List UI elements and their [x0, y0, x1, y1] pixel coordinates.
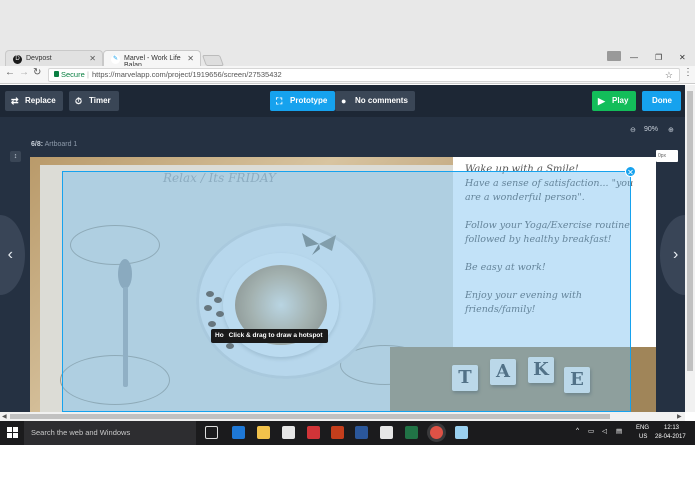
hotspot-tooltip: Ho Click & drag to draw a hotspot: [211, 329, 328, 343]
comment-icon: ●: [341, 96, 347, 106]
close-tab-icon[interactable]: ✕: [89, 54, 96, 63]
close-tab-icon[interactable]: ✕: [187, 54, 194, 63]
tab-label: Devpost: [26, 55, 52, 62]
timer-icon: ⏱: [75, 96, 83, 106]
word-icon[interactable]: [355, 426, 368, 439]
bookmark-star-icon[interactable]: ☆: [665, 69, 673, 81]
artboard-label: 6/8: Artboard 1: [31, 141, 77, 148]
file-explorer-icon[interactable]: [257, 426, 270, 439]
tooltip-text: Click & drag to draw a hotspot: [228, 332, 323, 339]
artboard-name: Artboard 1: [44, 141, 78, 148]
minimize-icon[interactable]: —: [630, 53, 638, 62]
prototype-label: Prototype: [290, 96, 328, 105]
replace-button[interactable]: ⇄ Replace: [5, 91, 63, 111]
zoom-out-icon[interactable]: ⊖: [630, 126, 636, 134]
play-label: Play: [612, 96, 629, 105]
secure-label: Secure: [61, 70, 85, 79]
swap-icon: ⇄: [11, 96, 19, 106]
hotspot-selection[interactable]: [62, 171, 631, 412]
artboard-counter: 6/8:: [31, 141, 44, 148]
excel-icon[interactable]: [405, 426, 418, 439]
horizontal-scrollbar[interactable]: [0, 412, 685, 421]
back-icon[interactable]: ←: [5, 67, 15, 78]
task-view-icon[interactable]: [205, 426, 218, 439]
prototype-button[interactable]: ⛶ Prototype: [270, 91, 335, 111]
tab-marvel[interactable]: ✎ Marvel - Work Life Balan ✕: [103, 50, 201, 69]
marvel-icon: ✎: [111, 55, 120, 64]
mail-icon[interactable]: [307, 426, 320, 439]
close-window-icon[interactable]: ✕: [679, 53, 686, 62]
comments-label: No comments: [355, 96, 408, 105]
profile-icon[interactable]: [607, 51, 621, 61]
done-label: Done: [652, 96, 672, 105]
scrollbar-thumb[interactable]: [10, 414, 610, 419]
scroll-left-icon[interactable]: ◀: [2, 413, 7, 420]
volume-icon[interactable]: ◁: [602, 427, 607, 435]
comments-button[interactable]: ● No comments: [335, 91, 415, 111]
clock-date[interactable]: 28-04-2017: [655, 434, 686, 440]
new-tab-button[interactable]: [201, 55, 225, 66]
play-icon: ▶: [598, 96, 605, 106]
replace-label: Replace: [25, 96, 56, 105]
timer-label: Timer: [89, 96, 111, 105]
taskbar-search[interactable]: Search the web and Windows: [24, 421, 196, 445]
chevron-left-icon: ‹: [7, 246, 13, 263]
chrome-icon[interactable]: [430, 426, 443, 439]
powerpoint-icon[interactable]: [331, 426, 344, 439]
paint-icon[interactable]: [380, 426, 393, 439]
edge-icon[interactable]: [232, 426, 245, 439]
restore-icon[interactable]: ❐: [655, 53, 662, 62]
clock-time[interactable]: 12:13: [664, 425, 679, 431]
zoom-level: 90%: [644, 126, 659, 133]
zoom-in-icon[interactable]: ⊕: [668, 126, 674, 134]
tooltip-prefix: Ho: [215, 332, 224, 339]
chevron-right-icon: ›: [673, 246, 679, 263]
store-icon[interactable]: [282, 426, 295, 439]
layers-toggle-button[interactable]: ↕: [10, 151, 21, 162]
windows-start-icon[interactable]: [7, 427, 18, 438]
url-separator: |: [87, 70, 89, 79]
forward-icon[interactable]: →: [19, 67, 29, 78]
language-top[interactable]: ENG: [636, 425, 649, 431]
network-icon[interactable]: ▭: [588, 427, 594, 435]
reload-icon[interactable]: ↻: [33, 67, 41, 78]
hotspot-close-icon[interactable]: ✕: [625, 166, 636, 177]
screen: D Devpost ✕ ✎ Marvel - Work Life Balan ✕…: [0, 0, 695, 494]
tab-devpost[interactable]: D Devpost ✕: [5, 50, 103, 67]
scroll-right-icon[interactable]: ▶: [677, 413, 682, 420]
devpost-icon: D: [13, 55, 22, 64]
url-field[interactable]: Secure | https://marvelapp.com/project/1…: [48, 68, 680, 82]
dimension-chip: 0px: [656, 150, 678, 162]
menu-icon[interactable]: ⋮: [683, 67, 693, 78]
vertical-scrollbar[interactable]: [685, 85, 695, 412]
photos-icon[interactable]: [455, 426, 468, 439]
language-bottom[interactable]: US: [639, 434, 647, 440]
lock-icon: [54, 71, 59, 77]
play-button[interactable]: ▶ Play: [592, 91, 636, 111]
notifications-icon[interactable]: ▤: [616, 427, 622, 435]
done-button[interactable]: Done: [642, 91, 681, 111]
prototype-icon: ⛶: [276, 96, 283, 106]
scrollbar-thumb[interactable]: [687, 91, 693, 371]
show-hidden-icons[interactable]: ^: [576, 427, 579, 434]
timer-button[interactable]: ⏱ Timer: [69, 91, 119, 111]
blank-area: [0, 445, 695, 494]
url-text: https://marvelapp.com/project/1919656/sc…: [92, 70, 282, 79]
